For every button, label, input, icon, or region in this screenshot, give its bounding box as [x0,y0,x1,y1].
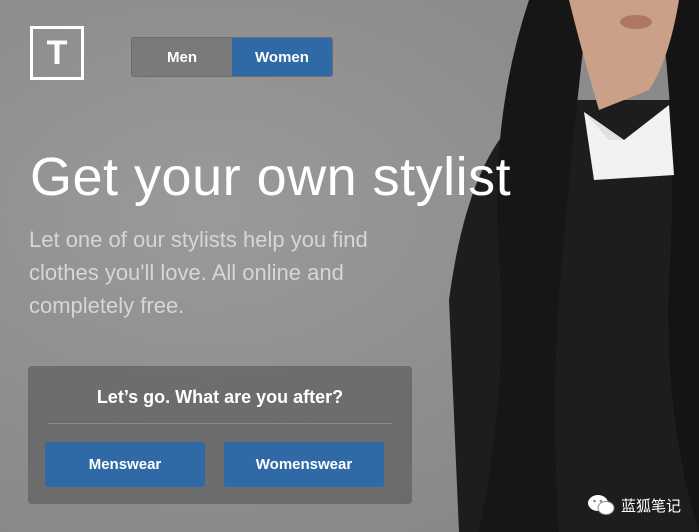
watermark-text: 蓝狐笔记 [620,497,681,515]
logo-letter: T [46,33,68,72]
womenswear-button[interactable]: Womenswear [224,442,384,487]
gender-toggle: Men Women [131,37,333,77]
toggle-men[interactable]: Men [132,38,232,76]
wechat-icon [587,495,615,515]
brand-logo[interactable]: T [30,26,84,80]
menswear-button[interactable]: Menswear [45,442,205,487]
toggle-women[interactable]: Women [232,38,332,76]
watermark: 蓝狐笔记 [587,494,681,516]
hero-headline: Get your own stylist [30,147,512,207]
panel-divider [48,423,392,424]
panel-title: Let’s go. What are you after? [96,387,344,407]
model-photo [449,0,699,532]
cta-panel: Let’s go. What are you after? Menswear W… [28,366,412,504]
hero-subtext: Let one of our stylists help you find cl… [29,227,368,318]
